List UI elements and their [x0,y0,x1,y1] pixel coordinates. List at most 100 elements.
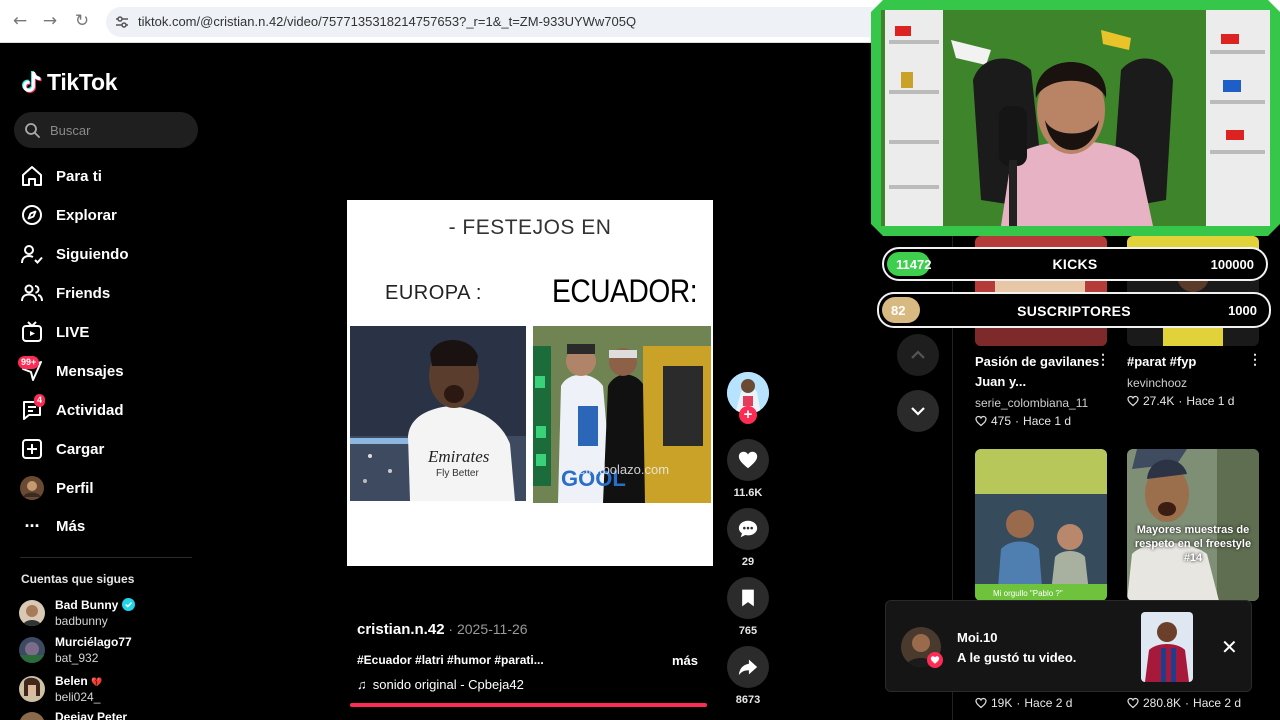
video-progress-bar[interactable] [350,703,707,707]
like-count: 11.6K [733,487,763,499]
share-button[interactable] [727,646,769,688]
heart-outline-icon [975,415,987,427]
following-item-badbunny[interactable]: Bad Bunny badbunny [19,596,199,632]
save-button[interactable] [727,577,769,619]
verified-icon [121,598,135,611]
like-action: 11.6K [727,439,769,499]
following-item-belen[interactable]: Belen 💔 beli024_ [19,672,199,708]
video-user[interactable]: serie_colombiana_11 [975,396,1088,410]
following-name: Belen 💔 [55,674,103,688]
chevron-down-icon [911,407,925,416]
logo-text: TikTok [47,68,118,95]
close-icon[interactable]: ✕ [1221,637,1238,657]
video-player[interactable]: - FESTEJOS EN EUROPA : ECUADOR: Emirates… [347,200,713,566]
more-caption-button[interactable]: más [672,653,698,668]
nav-item-mas[interactable]: ··· Más [20,511,210,541]
users-icon [20,281,44,305]
tiktok-logo[interactable]: TikTok [20,67,118,97]
video-title[interactable]: #parat #fyp [1127,352,1196,372]
heart-outline-icon [1127,395,1139,407]
stream-webcam-frame [871,0,1280,236]
heart-outline-icon [1127,697,1139,709]
video-stats: 475 · Hace 1 d [975,414,1071,428]
nav-item-friends[interactable]: Friends [20,278,210,308]
avatar [19,600,45,626]
search-input[interactable]: Buscar [14,112,198,148]
following-handle: bat_932 [55,651,99,665]
comment-action: 29 [727,508,769,568]
thumbnail-overlay-text: Mayores muestras de respeto en el freest… [1134,524,1252,564]
video-thumbnail[interactable]: Mi orgullo "Pablo ?" [975,449,1107,601]
nav-item-perfil[interactable]: Perfil [20,473,210,503]
url-text: tiktok.com/@cristian.n.42/video/75771353… [138,14,637,29]
comment-button[interactable] [727,508,769,550]
search-icon [25,123,40,138]
nav-label: Perfil [56,479,94,497]
screen: ← → ↻ tiktok.com/@cristian.n.42/video/75… [0,0,1280,720]
reload-button[interactable]: ↻ [72,11,92,31]
scroll-up-button[interactable] [897,334,939,376]
upload-icon [20,437,44,461]
kicks-label: KICKS [1052,256,1098,272]
following-name: Deejay Peter [55,710,128,720]
subs-label: SUSCRIPTORES [1017,303,1131,319]
nav-label: Explorar [56,206,117,224]
video-author[interactable]: cristian.n.42 · 2025-11-26 [357,621,528,638]
following-item-murcielago[interactable]: Murciélago77 bat_932 [19,633,199,669]
broken-heart-emoji: 💔 [91,677,103,687]
nav-item-cargar[interactable]: Cargar [20,434,210,464]
more-options-icon[interactable]: ⋮ [1248,351,1262,368]
activity-icon: 4 [20,394,46,422]
nav-item-para-ti[interactable]: Para ti [20,161,210,191]
back-button[interactable]: ← [10,11,30,31]
nav-label: Para ti [56,167,102,185]
video-thumbnail[interactable]: Mayores muestras de respeto en el freest… [1127,449,1259,601]
forward-button[interactable]: → [40,11,60,31]
chevron-up-icon [911,350,925,359]
save-action: 765 [727,577,769,637]
video-hashtags[interactable]: #Ecuador #latri #humor #parati... [357,653,544,667]
nav-item-explorar[interactable]: Explorar [20,200,210,230]
video-date: · 2025-11-26 [444,621,528,637]
follow-button[interactable]: + [739,406,757,424]
comment-icon [738,520,758,538]
svg-text:Fly Better: Fly Better [436,468,479,479]
user-check-icon [20,242,44,266]
subs-goal-bar: 82 SUSCRIPTORES 1000 [877,292,1271,328]
nav-label: Mensajes [56,362,124,380]
nav-item-live[interactable]: LIVE [20,317,210,347]
home-icon [20,164,44,188]
video-stats: 27.4K · Hace 1 d [1127,394,1234,408]
video-watermark: elfutbolazo.com [578,462,670,477]
following-title: Cuentas que sigues [21,572,135,586]
video-title[interactable]: Pasión de gavilanes Juan y... [975,352,1100,392]
nav-item-siguiendo[interactable]: Siguiendo [20,239,210,269]
scroll-down-button[interactable] [897,390,939,432]
following-item-deejay-peter[interactable]: Deejay Peter [19,708,199,720]
heart-icon [738,451,758,469]
video-user[interactable]: kevinchooz [1127,376,1187,390]
live-tv-icon [20,320,44,344]
video-stats: 280.8K · Hace 2 d [1127,696,1241,710]
notification-toast[interactable]: Moi.10 A le gustó tu video. ✕ [885,600,1252,692]
kicks-goal: 100000 [1210,257,1254,272]
avatar [19,676,45,702]
nav-item-mensajes[interactable]: 99+ Mensajes [18,356,210,386]
notification-video-thumbnail[interactable] [1141,612,1193,682]
subs-goal: 1000 [1228,303,1257,318]
compass-icon [20,203,44,227]
video-stats: 19K · Hace 2 d [975,696,1072,710]
heart-outline-icon [975,697,987,709]
more-icon: ··· [24,515,41,536]
video-sound[interactable]: ♫ sonido original - Cpbeja42 [357,677,524,692]
nav-item-actividad[interactable]: 4 Actividad [20,394,210,425]
video-caption-title: - FESTEJOS EN [448,216,612,239]
like-button[interactable] [727,439,769,481]
notification-username: Moi.10 [957,630,998,645]
following-handle: badbunny [55,614,108,628]
more-options-icon[interactable]: ⋮ [1096,351,1110,368]
save-count: 765 [738,625,758,637]
search-placeholder: Buscar [50,123,91,138]
site-settings-icon[interactable] [114,14,130,30]
avatar [19,637,45,663]
